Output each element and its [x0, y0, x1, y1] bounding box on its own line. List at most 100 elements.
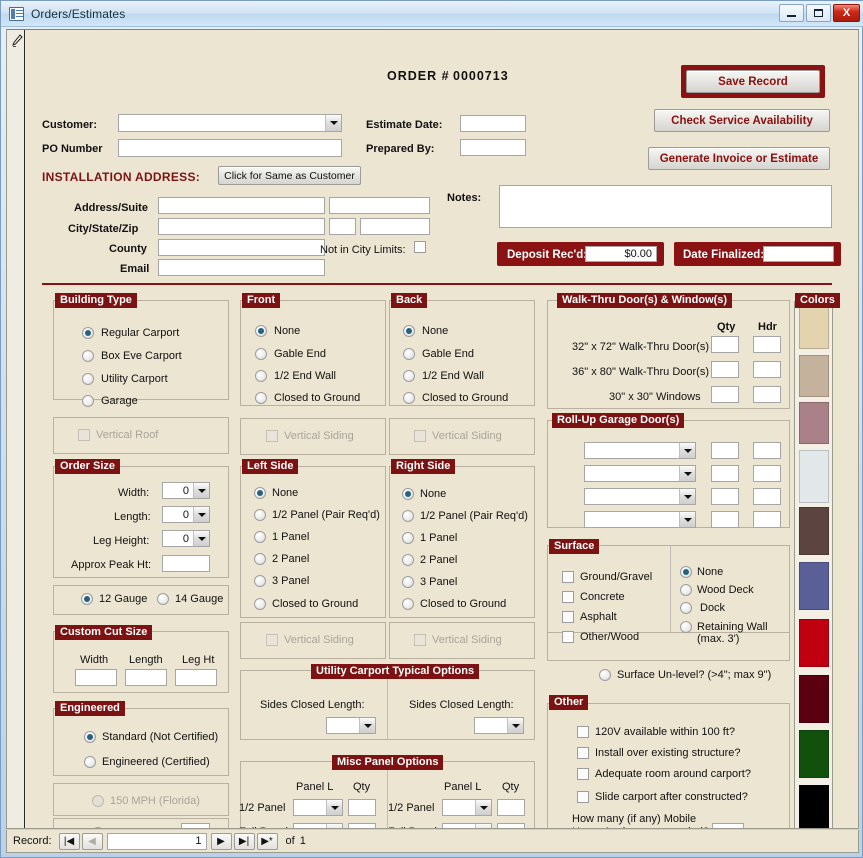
- notes-textarea[interactable]: [499, 185, 832, 228]
- radio-garage[interactable]: [82, 395, 94, 407]
- mobile-home-anchors-input[interactable]: [712, 823, 744, 829]
- radio-wood-deck[interactable]: [680, 584, 692, 596]
- radio-retaining-wall[interactable]: [680, 621, 692, 633]
- chevron-down-icon[interactable]: [193, 531, 209, 546]
- roll-up-row0-qty[interactable]: [711, 442, 739, 459]
- walk-thru-row0-qty[interactable]: [711, 336, 739, 353]
- state-input[interactable]: [329, 218, 356, 235]
- close-button[interactable]: X: [833, 4, 860, 22]
- address-suite-input[interactable]: [329, 197, 430, 214]
- same-as-customer-button[interactable]: Click for Same as Customer: [218, 166, 361, 185]
- not-in-city-limits-checkbox[interactable]: [414, 241, 426, 253]
- walk-thru-row2-qty[interactable]: [711, 386, 739, 403]
- roll-up-row3-hdr[interactable]: [753, 511, 781, 528]
- po-number-input[interactable]: [118, 139, 342, 157]
- radio-box-eve-carport[interactable]: [82, 350, 94, 362]
- radio-back-closed-to-ground[interactable]: [403, 392, 415, 404]
- radio-14-gauge[interactable]: [157, 593, 169, 605]
- roll-up-row3-qty[interactable]: [711, 511, 739, 528]
- radio-left-3-panel[interactable]: [254, 575, 266, 587]
- current-record-input[interactable]: 1: [107, 833, 207, 850]
- chevron-down-icon[interactable]: [679, 443, 695, 458]
- radio-right-1-panel[interactable]: [402, 532, 414, 544]
- width-combobox[interactable]: 0: [162, 482, 210, 499]
- last-record-button[interactable]: ▶|: [234, 833, 255, 850]
- first-record-button[interactable]: |◀: [59, 833, 80, 850]
- checkbox-install-over-existing[interactable]: [577, 747, 589, 759]
- record-selector-bar[interactable]: [7, 30, 25, 828]
- radio-standard-not-certified[interactable]: [84, 731, 96, 743]
- save-record-button[interactable]: Save Record: [686, 70, 820, 93]
- radio-right-half-panel[interactable]: [402, 510, 414, 522]
- right-vertical-siding-checkbox[interactable]: [414, 634, 426, 646]
- city-input[interactable]: [158, 218, 325, 235]
- custom-leg-ht-input[interactable]: [175, 669, 217, 686]
- roll-up-row0-hdr[interactable]: [753, 442, 781, 459]
- radio-12-gauge[interactable]: [81, 593, 93, 605]
- misc-right-row1-panel-l[interactable]: [442, 823, 492, 829]
- chevron-down-icon[interactable]: [475, 800, 491, 815]
- radio-front-gable-end[interactable]: [255, 348, 267, 360]
- email-input[interactable]: [158, 259, 325, 276]
- prints-qty-input[interactable]: [181, 823, 210, 829]
- chevron-down-icon[interactable]: [193, 507, 209, 522]
- color-swatch-green[interactable]: [799, 730, 829, 778]
- approx-peak-height-input[interactable]: [162, 555, 210, 572]
- date-finalized-input[interactable]: [763, 246, 834, 262]
- left-vertical-siding-checkbox[interactable]: [266, 634, 278, 646]
- radio-right-3-panel[interactable]: [402, 576, 414, 588]
- chevron-down-icon[interactable]: [325, 115, 341, 131]
- customer-combobox[interactable]: [118, 114, 342, 132]
- minimize-button[interactable]: [779, 4, 804, 22]
- radio-150-mph-florida[interactable]: [92, 795, 104, 807]
- chevron-down-icon[interactable]: [679, 512, 695, 527]
- check-service-availability-button[interactable]: Check Service Availability: [654, 109, 830, 132]
- radio-front-closed-to-ground[interactable]: [255, 392, 267, 404]
- zip-input[interactable]: [360, 218, 430, 235]
- radio-utility-carport[interactable]: [82, 373, 94, 385]
- leg-height-combobox[interactable]: 0: [162, 530, 210, 547]
- misc-right-row0-qty[interactable]: [497, 799, 525, 816]
- radio-front-half-end-wall[interactable]: [255, 370, 267, 382]
- vertical-roof-checkbox[interactable]: [78, 429, 90, 441]
- misc-left-row0-panel-l[interactable]: [293, 799, 343, 816]
- misc-left-row0-qty[interactable]: [348, 799, 376, 816]
- deposit-input[interactable]: $0.00: [585, 246, 657, 262]
- radio-left-1-panel[interactable]: [254, 531, 266, 543]
- checkbox-asphalt[interactable]: [562, 611, 574, 623]
- length-combobox[interactable]: 0: [162, 506, 210, 523]
- roll-up-row2-qty[interactable]: [711, 488, 739, 505]
- front-vertical-siding-checkbox[interactable]: [266, 430, 278, 442]
- radio-left-closed-to-ground[interactable]: [254, 598, 266, 610]
- chevron-down-icon[interactable]: [475, 824, 491, 829]
- chevron-down-icon[interactable]: [326, 800, 342, 815]
- checkbox-adequate-room[interactable]: [577, 768, 589, 780]
- chevron-down-icon[interactable]: [326, 824, 342, 829]
- misc-left-row1-qty[interactable]: [348, 823, 376, 829]
- utility-left-combobox[interactable]: [326, 717, 376, 734]
- radio-back-half-end-wall[interactable]: [403, 370, 415, 382]
- walk-thru-row1-hdr[interactable]: [753, 361, 781, 378]
- color-swatch-white[interactable]: [799, 450, 829, 503]
- radio-left-none[interactable]: [254, 487, 266, 499]
- checkbox-concrete[interactable]: [562, 591, 574, 603]
- generate-invoice-button[interactable]: Generate Invoice or Estimate: [648, 147, 830, 170]
- roll-up-row2-hdr[interactable]: [753, 488, 781, 505]
- radio-regular-carport[interactable]: [82, 327, 94, 339]
- roll-up-row0-size[interactable]: [584, 442, 696, 459]
- utility-right-combobox[interactable]: [474, 717, 524, 734]
- radio-engineered-certified[interactable]: [84, 756, 96, 768]
- chevron-down-icon[interactable]: [507, 718, 523, 733]
- color-swatch-rosewood[interactable]: [799, 402, 829, 444]
- chevron-down-icon[interactable]: [193, 483, 209, 498]
- radio-front-none[interactable]: [255, 325, 267, 337]
- radio-back-gable-end[interactable]: [403, 348, 415, 360]
- checkbox-other-wood[interactable]: [562, 631, 574, 643]
- radio-right-none[interactable]: [402, 488, 414, 500]
- misc-right-row0-panel-l[interactable]: [442, 799, 492, 816]
- county-input[interactable]: [158, 239, 325, 256]
- color-swatch-brown[interactable]: [799, 507, 829, 555]
- chevron-down-icon[interactable]: [679, 466, 695, 481]
- misc-right-row1-qty[interactable]: [497, 823, 525, 829]
- color-swatch-clay[interactable]: [799, 355, 829, 397]
